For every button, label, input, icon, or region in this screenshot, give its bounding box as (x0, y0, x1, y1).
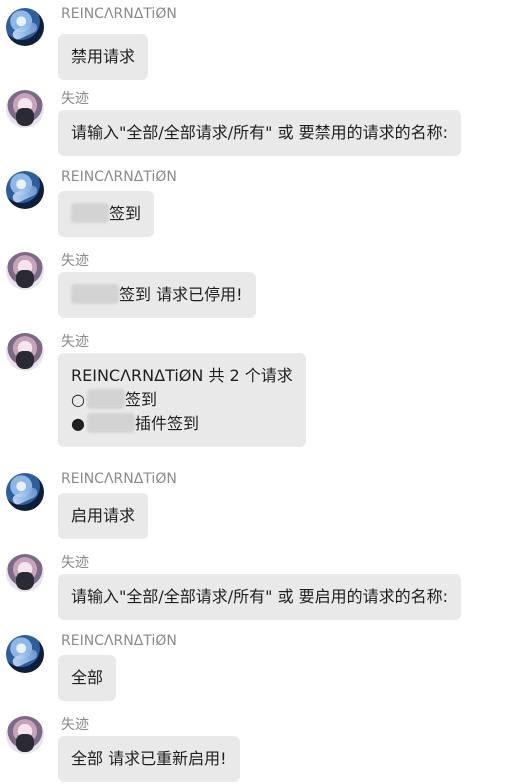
sender-name: 失迹 (61, 717, 89, 733)
redacted-text (87, 389, 125, 409)
message-text: 签到 (109, 204, 142, 223)
message-line: 签到 (71, 202, 141, 226)
avatar-shiji[interactable] (6, 252, 44, 290)
sender-name: REINCΛRNΔTiØN (61, 471, 177, 487)
request-list-item: ● 插件签到 (71, 412, 293, 436)
message-text: 签到 请求已停用! (119, 285, 243, 304)
message-text: 全部 请求已重新启用! (71, 749, 227, 768)
bullet-disabled: ○ (71, 390, 85, 409)
avatar-reincarnation[interactable] (6, 635, 44, 673)
avatar-shiji[interactable] (6, 333, 44, 371)
sender-name: 失迹 (61, 334, 89, 350)
message-text: REINCΛRNΔTiØN 共 2 个请求 (71, 366, 293, 385)
redacted-text (87, 413, 135, 433)
avatar-shiji[interactable] (6, 554, 44, 592)
message-text: 请输入"全部/全部请求/所有" 或 要禁用的请求的名称: (71, 123, 449, 142)
message-bubble: 请输入"全部/全部请求/所有" 或 要禁用的请求的名称: (58, 110, 462, 156)
request-name: 插件签到 (135, 414, 200, 433)
redacted-text (71, 284, 119, 304)
message-text: 启用请求 (71, 506, 136, 525)
sender-name: REINCΛRNΔTiØN (61, 633, 177, 649)
message-bubble: 禁用请求 (58, 34, 149, 80)
bullet-enabled: ● (71, 414, 85, 433)
message-text: 全部 (71, 668, 104, 687)
avatar-reincarnation[interactable] (6, 8, 44, 46)
redacted-text (71, 203, 109, 223)
message-bubble: 全部 (58, 655, 117, 701)
message-bubble: 签到 请求已停用! (58, 272, 256, 318)
message-bubble: 请输入"全部/全部请求/所有" 或 要启用的请求的名称: (58, 574, 462, 620)
avatar-reincarnation[interactable] (6, 171, 44, 209)
message-bubble: 全部 请求已重新启用! (58, 736, 240, 782)
avatar-shiji[interactable] (6, 90, 44, 128)
message-bubble: 签到 (58, 191, 155, 237)
message-bubble: 启用请求 (58, 493, 149, 539)
sender-name: 失迹 (61, 91, 89, 107)
sender-name: REINCΛRNΔTiØN (61, 6, 177, 22)
message-text: 禁用请求 (71, 47, 136, 66)
request-list-item: ○ 签到 (71, 388, 293, 412)
avatar-shiji[interactable] (6, 716, 44, 754)
sender-name: 失迹 (61, 253, 89, 269)
request-name: 签到 (125, 390, 158, 409)
message-text: 请输入"全部/全部请求/所有" 或 要启用的请求的名称: (71, 587, 449, 606)
avatar-reincarnation[interactable] (6, 473, 44, 511)
message-bubble: REINCΛRNΔTiØN 共 2 个请求 ○ 签到 ● 插件签到 (58, 353, 306, 447)
sender-name: 失迹 (61, 555, 89, 571)
message-line: 签到 请求已停用! (71, 283, 243, 307)
sender-name: REINCΛRNΔTiØN (61, 169, 177, 185)
